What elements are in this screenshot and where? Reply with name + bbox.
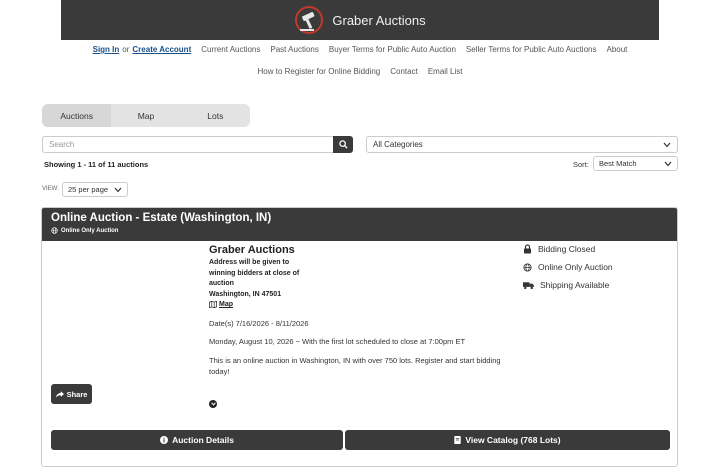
seller-name: Graber Auctions [209, 244, 295, 256]
book-icon [454, 436, 462, 444]
sort-label: Sort: [573, 160, 589, 169]
per-page-value: 25 per page [68, 185, 109, 194]
nav-seller-terms[interactable]: Seller Terms for Public Auto Auctions [466, 45, 597, 54]
status-bidding-closed-text: Bidding Closed [538, 244, 596, 254]
map-icon [209, 301, 217, 308]
status-online-only-text: Online Only Auction [538, 262, 613, 272]
auction-schedule: Monday, August 10, 2026 ~ With the first… [209, 337, 466, 346]
or-text: or [122, 45, 130, 54]
share-icon [55, 390, 64, 398]
status-bidding-closed: Bidding Closed [523, 244, 595, 254]
address-city: Washington, IN 47501 [209, 290, 282, 298]
share-label: Share [66, 389, 88, 399]
brand-logo[interactable]: Graber Auctions [294, 5, 426, 35]
create-account-link[interactable]: Create Account [132, 45, 191, 54]
share-button[interactable]: Share [51, 384, 92, 404]
auction-card: Online Auction - Estate (Washington, IN)… [41, 207, 678, 467]
auction-details-button[interactable]: Auction Details [51, 430, 343, 450]
tab-auctions[interactable]: Auctions [42, 104, 112, 127]
address: Address will be given to winning bidders… [209, 258, 309, 300]
search-input[interactable]: Search [42, 136, 333, 153]
nav-past-auctions[interactable]: Past Auctions [270, 45, 318, 54]
sort-select[interactable]: Best Match [593, 156, 678, 171]
globe-icon [523, 262, 532, 272]
secondary-nav: How to Register for Online Bidding Conta… [0, 67, 720, 76]
status-online-only: Online Only Auction [523, 262, 613, 272]
sort-value: Best Match [599, 159, 637, 168]
brand-name: Graber Auctions [332, 12, 426, 28]
lock-icon [524, 244, 531, 254]
tab-map[interactable]: Map [111, 104, 180, 127]
results-count: Showing 1 - 11 of 11 auctions [44, 160, 149, 169]
auction-description: This is an online auction in Washington,… [209, 356, 501, 376]
sign-in-link[interactable]: Sign In [93, 45, 120, 54]
auction-info: Graber Auctions Address will be given to… [209, 244, 509, 308]
auction-title[interactable]: Online Auction - Estate (Washington, IN) [51, 212, 668, 224]
chevron-down-icon [663, 142, 671, 147]
nav-current-auctions[interactable]: Current Auctions [201, 45, 260, 54]
search-icon [338, 140, 348, 149]
status-shipping: Shipping Available [523, 280, 609, 290]
auction-type-text: Online Only Auction [61, 227, 119, 234]
chevron-down-icon [664, 161, 672, 166]
map-link-label: Map [219, 301, 233, 308]
per-page-select[interactable]: 25 per page [62, 182, 128, 197]
info-icon [160, 436, 169, 444]
nav-how-to-register[interactable]: How to Register for Online Bidding [258, 67, 381, 76]
header-banner: Graber Auctions [61, 0, 659, 40]
search-button[interactable] [333, 136, 353, 153]
auction-type-badge: Online Only Auction [51, 227, 668, 234]
view-tabs: Auctions Map Lots [42, 104, 250, 127]
auth-links: Sign In or Create Account [93, 45, 192, 54]
auction-dates: Date(s) 7/16/2026 - 8/11/2026 [209, 319, 309, 328]
map-link[interactable]: Map [209, 301, 509, 308]
nav-contact[interactable]: Contact [390, 67, 418, 76]
category-select[interactable]: All Categories [366, 136, 678, 153]
nav-email-list[interactable]: Email List [428, 67, 463, 76]
truck-icon [523, 281, 534, 289]
address-line: winning bidders at close of [209, 269, 300, 277]
view-label: VIEW: [42, 186, 59, 192]
globe-icon [51, 227, 58, 234]
main-nav: Sign In or Create Account Current Auctio… [0, 45, 720, 54]
auction-card-header: Online Auction - Estate (Washington, IN)… [42, 208, 677, 241]
nav-about[interactable]: About [606, 45, 627, 54]
address-line: auction [209, 280, 234, 287]
tab-lots[interactable]: Lots [181, 104, 250, 127]
expand-button[interactable] [209, 400, 217, 408]
chevron-down-icon [114, 187, 122, 192]
view-catalog-label: View Catalog (768 Lots) [465, 435, 561, 445]
status-shipping-text: Shipping Available [540, 280, 610, 290]
nav-buyer-terms[interactable]: Buyer Terms for Public Auto Auction [329, 45, 456, 54]
view-catalog-button[interactable]: View Catalog (768 Lots) [345, 430, 670, 450]
category-value: All Categories [373, 140, 423, 149]
gavel-logo-icon [295, 6, 324, 34]
auction-details-label: Auction Details [172, 435, 234, 445]
address-line: Address will be given to [209, 259, 290, 266]
chevron-down-icon [210, 402, 216, 406]
